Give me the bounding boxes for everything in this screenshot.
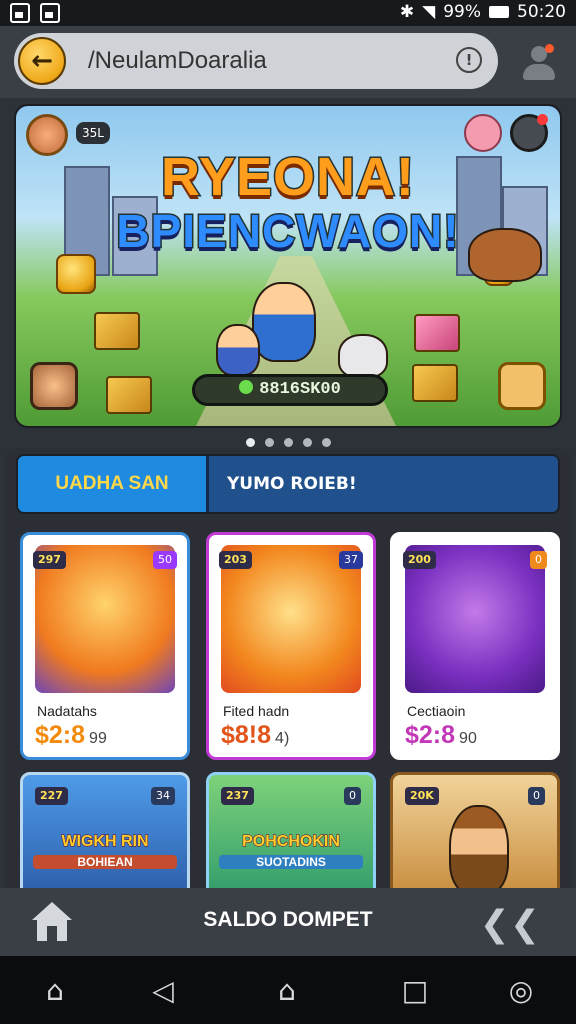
piggy-bank-icon[interactable] bbox=[464, 114, 502, 152]
carousel-dot[interactable] bbox=[245, 438, 255, 447]
promo-banner[interactable]: RYEONA! BPIENCWAON! 8816SK00 35L bbox=[14, 104, 562, 428]
product-card[interactable]: 20K 0 bbox=[390, 772, 560, 902]
product-card[interactable]: 200 0 Cectiaoin $2:8 90 bbox=[390, 532, 560, 760]
product-name: Cectiaoin bbox=[407, 703, 466, 719]
crate-illustration bbox=[94, 312, 140, 350]
product-tag: 297 bbox=[33, 551, 66, 569]
hero-character-illustration bbox=[252, 282, 316, 362]
carousel-dot[interactable] bbox=[283, 438, 293, 447]
notification-dot bbox=[545, 44, 554, 53]
product-card[interactable]: 227 34 WIGKH RIN BOHIEAN bbox=[20, 772, 190, 902]
product-tag: 227 bbox=[35, 787, 68, 805]
info-icon[interactable]: ! bbox=[456, 47, 482, 73]
product-tag-secondary: 0 bbox=[530, 551, 547, 569]
coin-illustration bbox=[56, 254, 96, 294]
gem-icon bbox=[239, 380, 254, 394]
product-card[interactable]: 237 0 POHCHOKIN SUOTADINS bbox=[206, 772, 376, 902]
product-tag-secondary: 0 bbox=[344, 787, 361, 805]
kid-character-illustration bbox=[216, 324, 260, 376]
gallery-notification-icon bbox=[10, 3, 30, 23]
share-icon[interactable]: ❮❮ bbox=[480, 904, 540, 945]
product-price: $2:8 90 bbox=[405, 721, 477, 749]
home-button-icon[interactable]: ⌂ bbox=[270, 974, 304, 1008]
clock: 50:20 bbox=[517, 2, 566, 22]
carousel-dot[interactable] bbox=[302, 438, 312, 447]
app-bar: ← /NeulamDoaralia ! bbox=[0, 26, 576, 98]
crate-illustration bbox=[412, 364, 458, 402]
carousel-dot[interactable] bbox=[264, 438, 274, 447]
tab-left[interactable]: UADHA SAN bbox=[18, 456, 206, 512]
back-button[interactable]: ← bbox=[18, 37, 66, 85]
back-nav-icon[interactable]: ◁ bbox=[146, 974, 180, 1008]
crate-illustration bbox=[414, 314, 460, 352]
battery-percent: 99% bbox=[443, 2, 481, 22]
product-subtitle: SUOTADINS bbox=[219, 855, 363, 869]
tab-right-label: YUMO ROIEB! bbox=[227, 474, 357, 494]
recents-nav-icon[interactable]: □ bbox=[398, 974, 432, 1008]
home-nav-icon[interactable]: ⌂ bbox=[38, 974, 72, 1008]
product-title: WIGKH RIN bbox=[61, 833, 149, 851]
product-tag: 20K bbox=[405, 787, 439, 805]
product-subtitle: BOHIEAN bbox=[33, 855, 177, 869]
product-name: Fited hadn bbox=[223, 703, 290, 719]
product-tag: 237 bbox=[221, 787, 254, 805]
settings-gear-icon[interactable] bbox=[510, 114, 548, 152]
status-bar: ✱ ◥ 99% 50:20 bbox=[0, 0, 576, 26]
product-price: $8!8 4) bbox=[221, 721, 290, 749]
image-notification-icon bbox=[40, 3, 60, 23]
banner-headline-1: RYEONA! bbox=[159, 146, 415, 209]
product-tag: 200 bbox=[403, 551, 436, 569]
product-tag-secondary: 37 bbox=[339, 551, 363, 569]
level-tag: 35L bbox=[76, 122, 110, 144]
product-tag-secondary: 50 bbox=[153, 551, 177, 569]
player-avatar[interactable] bbox=[26, 114, 68, 156]
tab-right[interactable]: YUMO ROIEB! bbox=[206, 456, 558, 512]
reward-badge-icon[interactable] bbox=[498, 362, 546, 410]
back-arrow-icon: ← bbox=[31, 46, 53, 76]
prize-counter: 8816SK00 bbox=[192, 374, 388, 406]
segmented-tabs: UADHA SAN YUMO ROIEB! bbox=[16, 454, 560, 514]
product-name: Nadatahs bbox=[37, 703, 97, 719]
system-nav-bar: ⌂ ◁ ⌂ □ ◎ bbox=[0, 956, 576, 1024]
address-pill[interactable]: ← /NeulamDoaralia ! bbox=[14, 33, 498, 89]
app-title: /NeulamDoaralia bbox=[88, 47, 267, 74]
friend-avatar[interactable] bbox=[30, 362, 78, 410]
assistant-nav-icon[interactable]: ◎ bbox=[504, 974, 538, 1008]
bluetooth-icon: ✱ bbox=[399, 2, 415, 22]
carousel-indicator[interactable] bbox=[0, 432, 576, 448]
product-tag: 203 bbox=[219, 551, 252, 569]
explorer-character-illustration bbox=[449, 805, 509, 895]
pet-character-illustration bbox=[338, 334, 388, 378]
bottom-bar: SALDO DOMPET ❮❮ bbox=[0, 888, 576, 956]
battery-icon bbox=[489, 6, 509, 18]
product-tag-secondary: 0 bbox=[528, 787, 545, 805]
product-card[interactable]: 203 37 Fited hadn $8!8 4) bbox=[206, 532, 376, 760]
product-title: POHCHOKIN bbox=[242, 833, 341, 851]
crate-illustration bbox=[106, 376, 152, 414]
product-price: $2:8 99 bbox=[35, 721, 107, 749]
product-card[interactable]: 297 50 Nadatahs $2:8 99 bbox=[20, 532, 190, 760]
user-profile-icon[interactable] bbox=[520, 44, 558, 82]
product-tag-secondary: 34 bbox=[151, 787, 175, 805]
wifi-icon: ◥ bbox=[422, 2, 436, 22]
banner-headline-2: BPIENCWAON! bbox=[115, 204, 460, 259]
carousel-dot[interactable] bbox=[321, 438, 331, 447]
